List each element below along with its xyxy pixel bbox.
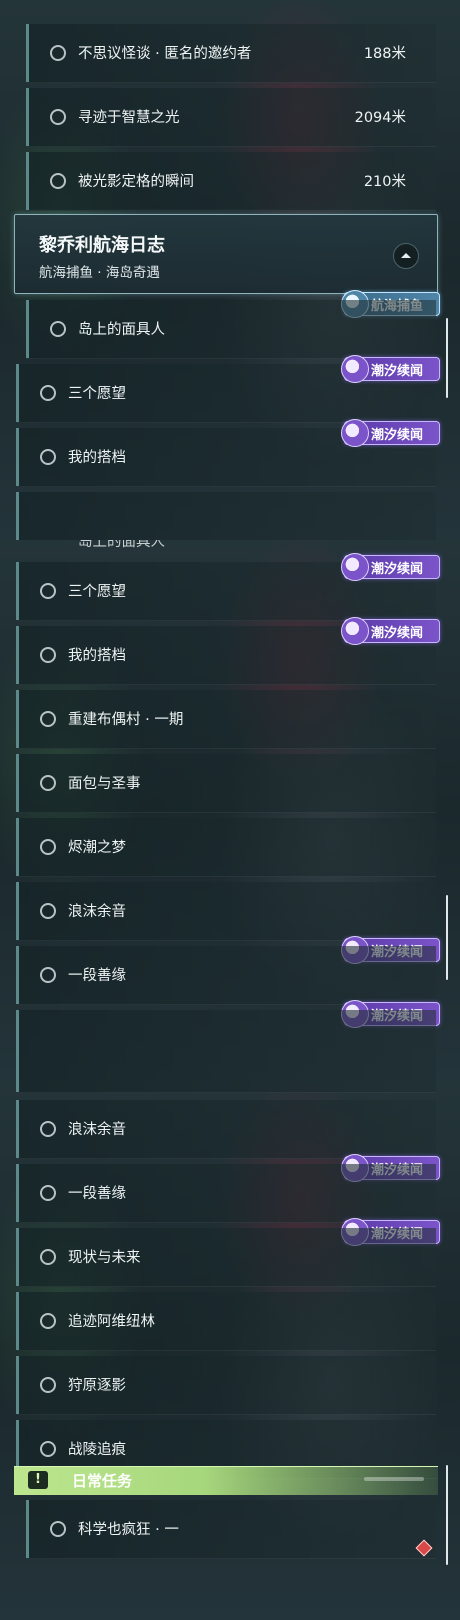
radio-circle-icon[interactable] [40, 1249, 56, 1265]
chevron-up-icon[interactable] [393, 243, 419, 269]
radio-circle-icon[interactable] [40, 775, 56, 791]
quest-row[interactable] [16, 1010, 436, 1080]
radio-circle-icon[interactable] [40, 1121, 56, 1137]
radio-circle-icon[interactable] [40, 385, 56, 401]
quest-label: 重建布偶村 · 一期 [68, 712, 184, 728]
quest-label: 战陵追痕 [68, 1442, 126, 1458]
radio-circle-icon[interactable] [40, 967, 56, 983]
quest-row[interactable]: 不思议怪谈 · 匿名的邀约者 188米 [26, 24, 436, 83]
tag-label: 潮汐续闻 [371, 364, 424, 379]
radio-circle-icon[interactable] [50, 45, 66, 61]
radio-circle-icon[interactable] [40, 903, 56, 919]
quest-label: 三个愿望 [68, 386, 126, 402]
quest-group-title: 黎乔利航海日志 [39, 235, 165, 256]
quest-label: 科学也疯狂 · 一 [78, 1522, 179, 1538]
quest-distance: 188米 [363, 46, 406, 62]
quest-label: 一段善缘 [68, 968, 126, 984]
quest-row[interactable]: 一段善缘 [16, 1164, 436, 1223]
radio-circle-icon[interactable] [40, 647, 56, 663]
quest-row[interactable]: 追迹阿维纽林 [16, 1292, 436, 1351]
quest-row[interactable]: 现状与未来 [16, 1228, 436, 1287]
scrollbar[interactable] [446, 1465, 448, 1565]
radio-circle-icon[interactable] [40, 1185, 56, 1201]
tide-tag: 潮汐续闻 [341, 355, 440, 383]
scrollbar[interactable] [446, 318, 448, 398]
radio-circle-icon[interactable] [50, 321, 66, 337]
quest-label: 被光影定格的瞬间 [78, 174, 194, 190]
radio-circle-icon[interactable] [50, 173, 66, 189]
radio-circle-icon[interactable] [50, 109, 66, 125]
quest-distance: 210米 [363, 174, 406, 190]
quest-row[interactable]: 浪沫余音 [16, 1100, 436, 1159]
quest-label: 狩原逐影 [68, 1378, 126, 1394]
tide-tag: 潮汐续闻 [341, 617, 440, 645]
quest-row[interactable]: 一段善缘 [16, 946, 436, 1005]
quest-label: 寻迹于智慧之光 [78, 110, 180, 126]
quest-row[interactable]: 重建布偶村 · 一期 [16, 690, 436, 749]
radio-circle-icon[interactable] [40, 1313, 56, 1329]
quest-label: 我的搭档 [68, 450, 126, 466]
quest-distance: 2094米 [354, 110, 406, 126]
tag-label: 潮汐续闻 [371, 626, 424, 641]
quest-row[interactable]: 科学也疯狂 · 一 [26, 1500, 436, 1559]
quest-panel-2: 岛上的面具人 三个愿望 潮汐续闻 我的搭档 潮汐续闻 重建布偶村 · 一期 面包… [0, 540, 460, 1080]
quest-group-header[interactable]: 黎乔利航海日志 航海捕鱼 · 海岛奇遇 [14, 214, 438, 294]
quest-label: 三个愿望 [68, 584, 126, 600]
radio-circle-icon[interactable] [40, 1441, 56, 1457]
quest-label: 烬潮之梦 [68, 840, 126, 856]
quest-row[interactable]: 被光影定格的瞬间 210米 [26, 152, 436, 211]
quest-panel-1: 不思议怪谈 · 匿名的邀约者 188米 寻迹于智慧之光 2094米 被光影定格的… [0, 0, 460, 540]
spiral-shell-icon [341, 617, 369, 645]
quest-label: 面包与圣事 [68, 776, 141, 792]
daily-quest-header[interactable]: ! 日常任务 [14, 1466, 438, 1495]
radio-circle-icon[interactable] [40, 839, 56, 855]
tide-tag: 潮汐续闻 [341, 553, 440, 581]
quest-row[interactable]: 面包与圣事 [16, 754, 436, 813]
quest-row[interactable] [16, 1080, 436, 1093]
quest-row[interactable] [16, 492, 436, 540]
quest-label: 岛上的面具人 [78, 322, 165, 338]
decorative-line [364, 1477, 424, 1481]
tag-label: 潮汐续闻 [371, 562, 424, 577]
cut-row: 岛上的面具人 [26, 540, 436, 552]
quest-label: 浪沫余音 [68, 904, 126, 920]
quest-panel-3: 浪沫余音 潮汐续闻 一段善缘 潮汐续闻 现状与未来 追迹阿维纽林 狩原逐影 战陵… [0, 1080, 460, 1620]
quest-label: 岛上的面具人 [78, 540, 165, 550]
quest-row[interactable]: 寻迹于智慧之光 2094米 [26, 88, 436, 147]
quest-label: 我的搭档 [68, 648, 126, 664]
radio-circle-icon[interactable] [40, 711, 56, 727]
daily-quest-label: 日常任务 [72, 1472, 133, 1490]
radio-circle-icon[interactable] [50, 1521, 66, 1537]
quest-row[interactable]: 烬潮之梦 [16, 818, 436, 877]
spiral-shell-icon [341, 419, 369, 447]
spiral-shell-icon [341, 355, 369, 383]
tag-label: 潮汐续闻 [371, 428, 424, 443]
quest-group-subtitle: 航海捕鱼 · 海岛奇遇 [39, 265, 160, 281]
quest-label: 不思议怪谈 · 匿名的邀约者 [78, 46, 252, 62]
exclamation-icon: ! [28, 1471, 48, 1489]
spiral-shell-icon [341, 553, 369, 581]
tide-tag: 潮汐续闻 [341, 419, 440, 447]
quest-row[interactable]: 浪沫余音 [16, 882, 436, 941]
quest-label: 追迹阿维纽林 [68, 1314, 155, 1330]
radio-circle-icon[interactable] [40, 449, 56, 465]
scrollbar[interactable] [446, 895, 448, 980]
quest-row[interactable]: 狩原逐影 [16, 1356, 436, 1415]
quest-label: 现状与未来 [68, 1250, 141, 1266]
quest-row[interactable]: 岛上的面具人 [26, 300, 436, 359]
radio-circle-icon[interactable] [40, 1377, 56, 1393]
quest-label: 浪沫余音 [68, 1122, 126, 1138]
quest-label: 一段善缘 [68, 1186, 126, 1202]
radio-circle-icon[interactable] [40, 583, 56, 599]
